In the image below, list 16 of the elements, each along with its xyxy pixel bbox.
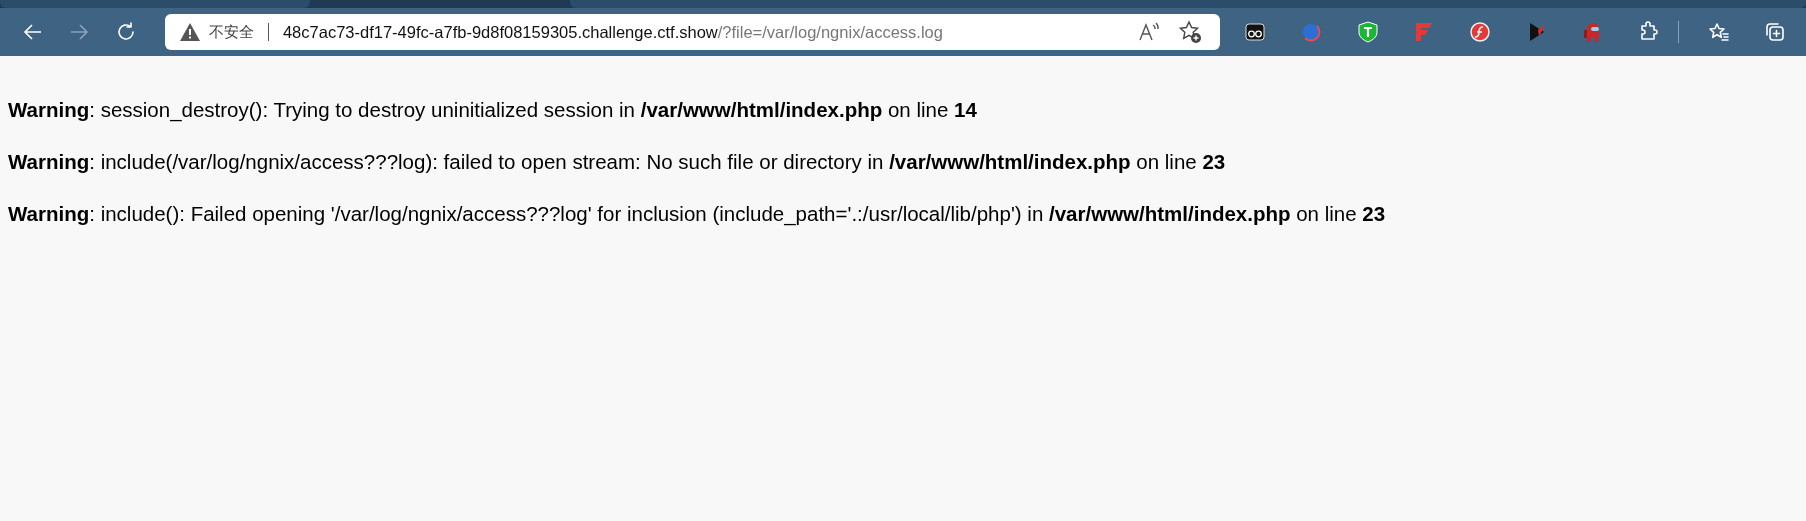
url-path: /?file=/var/log/ngnix/access.log [717, 22, 943, 42]
flash-icon[interactable] [1469, 21, 1492, 43]
shield-icon[interactable] [1356, 21, 1379, 43]
url-host: 48c7ac73-df17-49fc-a7fb-9d8f08159305.challenge.ctf.show [282, 22, 718, 42]
read-aloud-icon [1137, 21, 1162, 43]
warning-message: Warning: session_destroy(): Trying to destroy uninitialized session in /var/www/html/index.php on line 14 [8, 98, 978, 122]
address-bar[interactable]: 不安全 48c7ac73-df17-49fc-a7fb-9d8f08159305.challenge.ctf.show/?file=/var/log/ngnix/access.log [164, 14, 1220, 50]
star-plus-icon [1177, 20, 1202, 44]
warning-message: Warning: include(): Failed opening '/var/log/ngnix/access???log' for inclusion (include_path='.:/usr/local/lib/php') in /var/www/html/index.php on line 23 [8, 202, 1387, 226]
warning-message: Warning: include(/var/log/ngnix/access???log): failed to open stream: No such file or directory in /var/www/html/index.php on line 23 [8, 150, 1227, 174]
warning-icon [178, 21, 201, 43]
star-list-icon[interactable] [1707, 21, 1730, 43]
goggles-icon[interactable] [1244, 21, 1267, 43]
puzzle-icon[interactable] [1638, 21, 1661, 43]
collections-icon[interactable] [1763, 21, 1786, 43]
security-label[interactable]: 不安全 [208, 22, 254, 42]
